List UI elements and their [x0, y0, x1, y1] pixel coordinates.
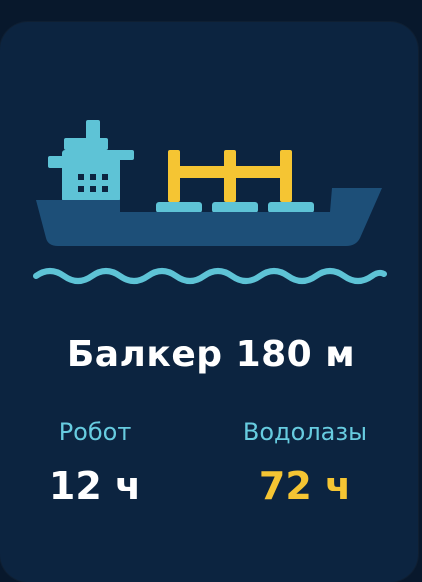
waves-icon: [33, 268, 387, 284]
page-title: Балкер 180 м: [66, 334, 356, 375]
bridge-top-icon: [64, 138, 108, 150]
ship-illustration: [33, 120, 387, 284]
robot-stat-label: Робот: [58, 418, 132, 446]
bulk-carrier-ship-icon: [36, 120, 382, 246]
divers-stat-value: 72 ч: [258, 464, 352, 508]
robot-stat-value: 12 ч: [48, 464, 142, 508]
divers-stat: Водолазы 72 ч: [215, 418, 395, 508]
robot-stat: Робот 12 ч: [30, 418, 160, 508]
hatch-covers-icon: [156, 202, 314, 213]
divers-stat-label: Водолазы: [242, 418, 368, 446]
cranes-icon: [168, 150, 292, 202]
